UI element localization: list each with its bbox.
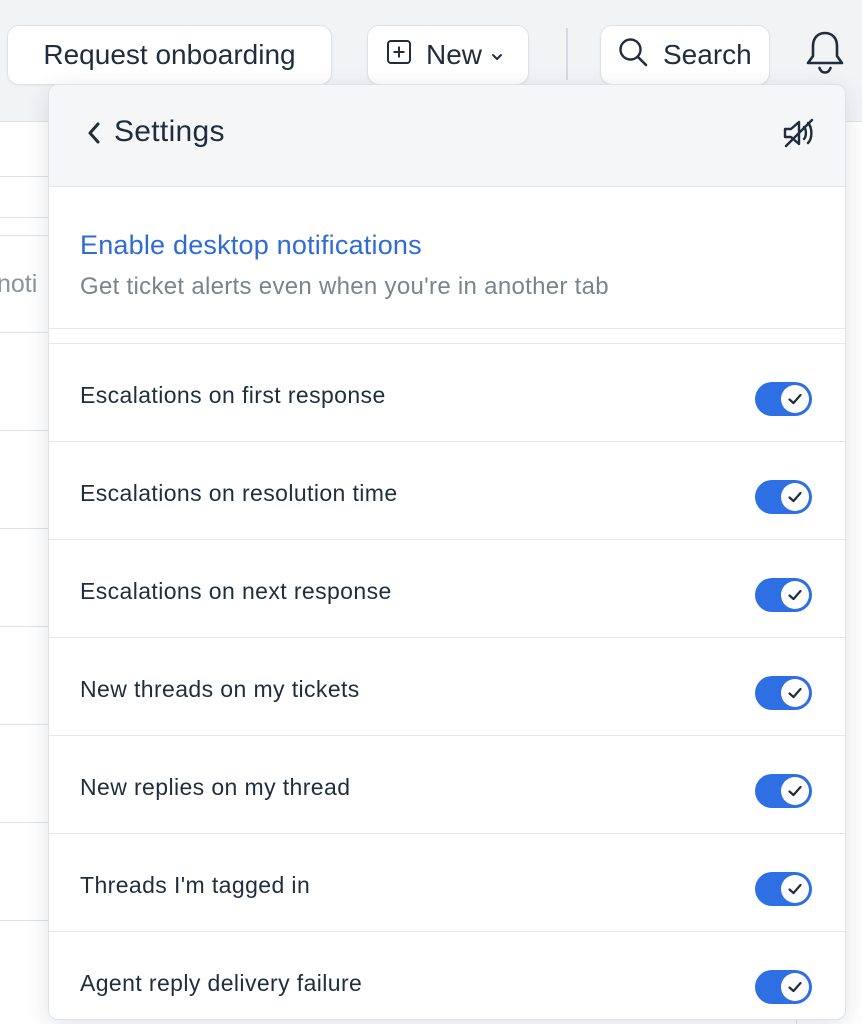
new-button-label: New xyxy=(426,39,483,70)
chevron-left-icon xyxy=(84,119,104,152)
toggle-switch[interactable] xyxy=(755,970,812,1004)
background-divider xyxy=(0,920,50,921)
toggle-knob xyxy=(781,973,809,1001)
toggle-label: Escalations on next response xyxy=(80,578,392,604)
toggle-label: Escalations on first response xyxy=(80,382,386,408)
toggle-knob xyxy=(781,483,809,511)
toggle-knob xyxy=(781,875,809,903)
background-divider xyxy=(0,724,50,725)
background-divider xyxy=(0,217,50,218)
panel-header: Settings xyxy=(49,85,845,187)
background-divider xyxy=(0,176,50,177)
toggle-knob xyxy=(781,581,809,609)
toggle-row-new-threads: New threads on my tickets xyxy=(49,638,845,736)
toggle-switch[interactable] xyxy=(755,676,812,710)
section-divider xyxy=(49,329,845,344)
background-divider xyxy=(0,332,50,333)
toggle-label: New replies on my thread xyxy=(80,774,351,800)
search-icon xyxy=(617,36,649,75)
toggle-switch[interactable] xyxy=(755,480,812,514)
toggle-knob xyxy=(781,777,809,805)
panel-title: Settings xyxy=(114,115,225,148)
request-onboarding-button[interactable]: Request onboarding xyxy=(7,25,332,85)
background-partial-text: noti xyxy=(0,270,38,298)
toggle-row-first-response: Escalations on first response xyxy=(49,344,845,442)
new-button[interactable]: New xyxy=(367,25,529,85)
toggle-row-new-replies: New replies on my thread xyxy=(49,736,845,834)
toggle-label: Escalations on resolution time xyxy=(80,480,398,506)
search-button[interactable]: Search xyxy=(600,25,770,85)
check-icon xyxy=(788,393,802,405)
toolbar-divider xyxy=(566,28,568,80)
toggle-label: Threads I'm tagged in xyxy=(80,872,311,898)
toggle-row-resolution-time: Escalations on resolution time xyxy=(49,442,845,540)
notification-toggle-list: Escalations on first response Escalation… xyxy=(49,344,845,1019)
search-button-label: Search xyxy=(663,39,752,70)
background-divider xyxy=(0,626,50,627)
background-divider xyxy=(0,430,50,431)
notifications-bell-button[interactable] xyxy=(802,30,848,78)
chevron-down-icon xyxy=(490,39,504,71)
desktop-notifications-section: Enable desktop notifications Get ticket … xyxy=(49,187,845,329)
toggle-row-tagged-threads: Threads I'm tagged in xyxy=(49,834,845,932)
desktop-notifications-description: Get ticket alerts even when you're in an… xyxy=(80,273,609,300)
speaker-muted-icon xyxy=(780,114,818,157)
toggle-switch[interactable] xyxy=(755,382,812,416)
toggle-switch[interactable] xyxy=(755,578,812,612)
bell-icon xyxy=(804,29,846,80)
toggle-row-delivery-failure: Agent reply delivery failure xyxy=(49,932,845,1019)
check-icon xyxy=(788,785,802,797)
notification-settings-panel: Settings Enable desktop notifications Ge… xyxy=(48,84,846,1020)
check-icon xyxy=(788,589,802,601)
toggle-knob xyxy=(781,679,809,707)
check-icon xyxy=(788,491,802,503)
back-button[interactable] xyxy=(79,117,109,153)
request-onboarding-label: Request onboarding xyxy=(43,39,296,70)
toggle-switch[interactable] xyxy=(755,774,812,808)
background-divider xyxy=(0,822,50,823)
mute-sound-button[interactable] xyxy=(779,115,819,155)
toggle-row-next-response: Escalations on next response xyxy=(49,540,845,638)
enable-desktop-notifications-link[interactable]: Enable desktop notifications xyxy=(80,230,422,261)
check-icon xyxy=(788,687,802,699)
background-divider xyxy=(0,528,50,529)
check-icon xyxy=(788,981,802,993)
toggle-knob xyxy=(781,385,809,413)
toggle-switch[interactable] xyxy=(755,872,812,906)
toggle-label: New threads on my tickets xyxy=(80,676,360,702)
check-icon xyxy=(788,883,802,895)
plus-square-icon xyxy=(386,39,412,72)
background-divider xyxy=(0,235,50,236)
app-page: Request onboarding New Search noti Setti… xyxy=(0,0,862,1024)
toggle-label: Agent reply delivery failure xyxy=(80,970,363,996)
